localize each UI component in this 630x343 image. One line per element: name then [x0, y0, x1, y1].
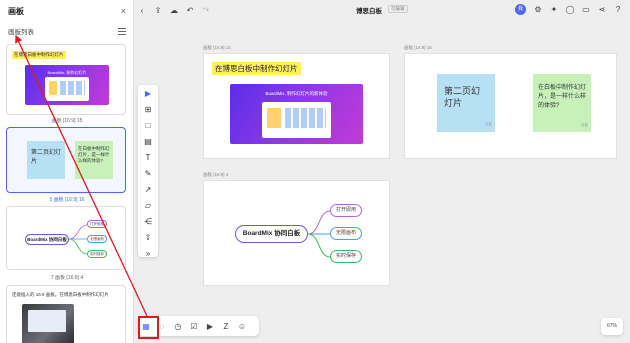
frame-caption: 画板 [16:9] 16	[404, 45, 432, 50]
sticker-icon[interactable]: ☺	[234, 322, 250, 331]
thumb-mindmap-leaf: 实时保存	[87, 250, 107, 258]
timer-icon[interactable]: ◷	[170, 322, 186, 331]
cloud-icon[interactable]: ☁	[166, 6, 182, 15]
mindmap-center-node[interactable]: BoardMix 协同白板	[235, 225, 308, 243]
present-icon[interactable]: ▭	[578, 5, 594, 14]
thumb-graphic-text: BoardMix, 制作幻灯片	[47, 69, 87, 75]
magic-icon[interactable]: ✦	[546, 5, 562, 14]
edit-status-badge: 可编辑	[388, 5, 408, 13]
frame-thumbnail-4[interactable]: BoardMix 协同白板 打开即用 无限画布 实时保存	[6, 206, 126, 270]
frame-15[interactable]: 在博思白板中制作幻灯片 BoardMix, 制作幻灯片的新体验	[203, 53, 390, 159]
panel-title: 画板	[8, 6, 24, 16]
pen-tool-icon[interactable]: ✎	[138, 165, 158, 181]
back-icon[interactable]: ‹	[134, 6, 150, 15]
mindmap-leaf-node[interactable]: 无限画布	[330, 227, 362, 240]
frame-tool-icon[interactable]: ⊞	[138, 101, 158, 117]
thumb-sticky-blue: 第二页幻灯片	[27, 141, 65, 179]
vote-icon[interactable]: ☑	[186, 322, 202, 331]
sticky-author: 访客	[581, 123, 588, 127]
comment-icon[interactable]: ◯	[562, 5, 578, 14]
help-icon[interactable]: ?	[610, 5, 626, 14]
select-tool-icon[interactable]: ▶	[138, 85, 158, 101]
thumb-caption: 5 画板 [16:9] 16	[49, 197, 85, 203]
slide-graphic-text: BoardMix, 制作幻灯片的新体验	[265, 91, 328, 97]
frame-4[interactable]: BoardMix 协同白板 打开即用 无限画布 实时保存	[203, 180, 390, 286]
more-tools-icon[interactable]: »	[138, 245, 158, 261]
frame-thumbnail-photo[interactable]: 还能插入的 16:9 画板。在博思白板中制作幻灯片	[6, 285, 126, 343]
frame-16[interactable]: 第二页幻灯片 访客 在白板中制作幻灯片，是一样什么样的体验? 访客	[404, 53, 617, 159]
mindmap-tool-icon[interactable]: ⋲	[138, 213, 158, 229]
thumb-mindmap-center: BoardMix 协同白板	[25, 234, 69, 245]
tool-rail: ▶ ⊞ □ ▤ T ✎ ↗ ▱ ⋲ ⇧ »	[138, 85, 158, 258]
mindmap-branches	[308, 210, 330, 258]
sticky-note-blue[interactable]: 第二页幻灯片 访客	[437, 74, 495, 132]
connector-tool-icon[interactable]: ↗	[138, 181, 158, 197]
export-icon[interactable]: ⇪	[150, 6, 166, 15]
zoom-level[interactable]: 67%	[601, 318, 623, 335]
sticky-text: 第二页幻灯片	[444, 86, 481, 108]
frame-list-header: 画板列表	[0, 22, 133, 40]
board-title[interactable]: 博思白板	[356, 5, 382, 15]
upload-tool-icon[interactable]: ⇧	[138, 229, 158, 245]
settings-icon[interactable]: ⚙	[530, 5, 546, 14]
redo-icon[interactable]: ↷	[198, 6, 214, 15]
mindmap-leaf-node[interactable]: 打开即用	[330, 204, 362, 217]
list-menu-icon[interactable]	[118, 27, 126, 35]
thumb-mindmap-branches	[69, 224, 87, 255]
mindmap-leaf-node[interactable]: 实时保存	[330, 250, 362, 263]
thumb-caption: 画板 [16:9] 15	[51, 118, 83, 124]
highlight-box	[138, 316, 159, 339]
sleep-icon[interactable]: Z	[218, 322, 234, 331]
frame-caption: 画板 [16:9] 4	[203, 172, 229, 177]
thumb-title: 还能插入的 16:9 画板。在博思白板中制作幻灯片	[12, 292, 109, 297]
frame-thumbnail-15[interactable]: 在博思白板中制作幻灯片 BoardMix, 制作幻灯片	[6, 44, 126, 115]
sticky-author: 访客	[485, 122, 492, 126]
sticky-tool-icon[interactable]: ▤	[138, 133, 158, 149]
thumb-sticky-green: 在白板中制作幻灯片，是一样什么样的体验?	[75, 141, 113, 179]
share-icon[interactable]: ⋖	[594, 5, 610, 14]
thumb-title: 在博思白板中制作幻灯片	[12, 51, 66, 59]
thumb-mindmap-leaf: 打开即用	[87, 220, 107, 228]
panel-header: 画板 ×	[0, 0, 133, 22]
shape-tool-icon[interactable]: □	[138, 117, 158, 133]
slide-graphic: BoardMix, 制作幻灯片的新体验	[230, 84, 363, 144]
close-icon[interactable]: ×	[121, 6, 126, 16]
undo-icon[interactable]: ↶	[182, 6, 198, 15]
note-tool-icon[interactable]: ▱	[138, 197, 158, 213]
frame-list-label: 画板列表	[8, 29, 34, 36]
video-icon[interactable]: ▶	[202, 322, 218, 331]
text-tool-icon[interactable]: T	[138, 149, 158, 165]
top-right-actions: 我 ⚙ ✦ ◯ ▭ ⋖ ?	[515, 4, 626, 15]
frames-panel: 画板 × 画板列表 在博思白板中制作幻灯片 BoardMix, 制作幻灯片 画板…	[0, 0, 134, 343]
thumb-mindmap-leaf: 无限画布	[87, 235, 107, 243]
frame-thumbnail-16[interactable]: 第二页幻灯片 在白板中制作幻灯片，是一样什么样的体验?	[6, 127, 126, 193]
frame-title: 在博思白板中制作幻灯片	[212, 62, 301, 75]
avatar[interactable]: 我	[515, 4, 526, 15]
sticky-text: 在白板中制作幻灯片，是一样什么样的体验?	[538, 85, 587, 109]
thumb-slide-graphic: BoardMix, 制作幻灯片	[25, 65, 109, 105]
frame-caption: 画板 [16:9] 15	[203, 45, 231, 50]
top-toolbar: ‹ ⇪ ☁ ↶ ↷ 博思白板 可编辑 我 ⚙ ✦ ◯ ▭ ⋖ ?	[134, 0, 630, 20]
sticky-note-green[interactable]: 在白板中制作幻灯片，是一样什么样的体验? 访客	[533, 74, 591, 132]
thumb-caption: 7 画板 [16:9] 4	[50, 275, 84, 281]
thumb-photo	[22, 304, 74, 343]
